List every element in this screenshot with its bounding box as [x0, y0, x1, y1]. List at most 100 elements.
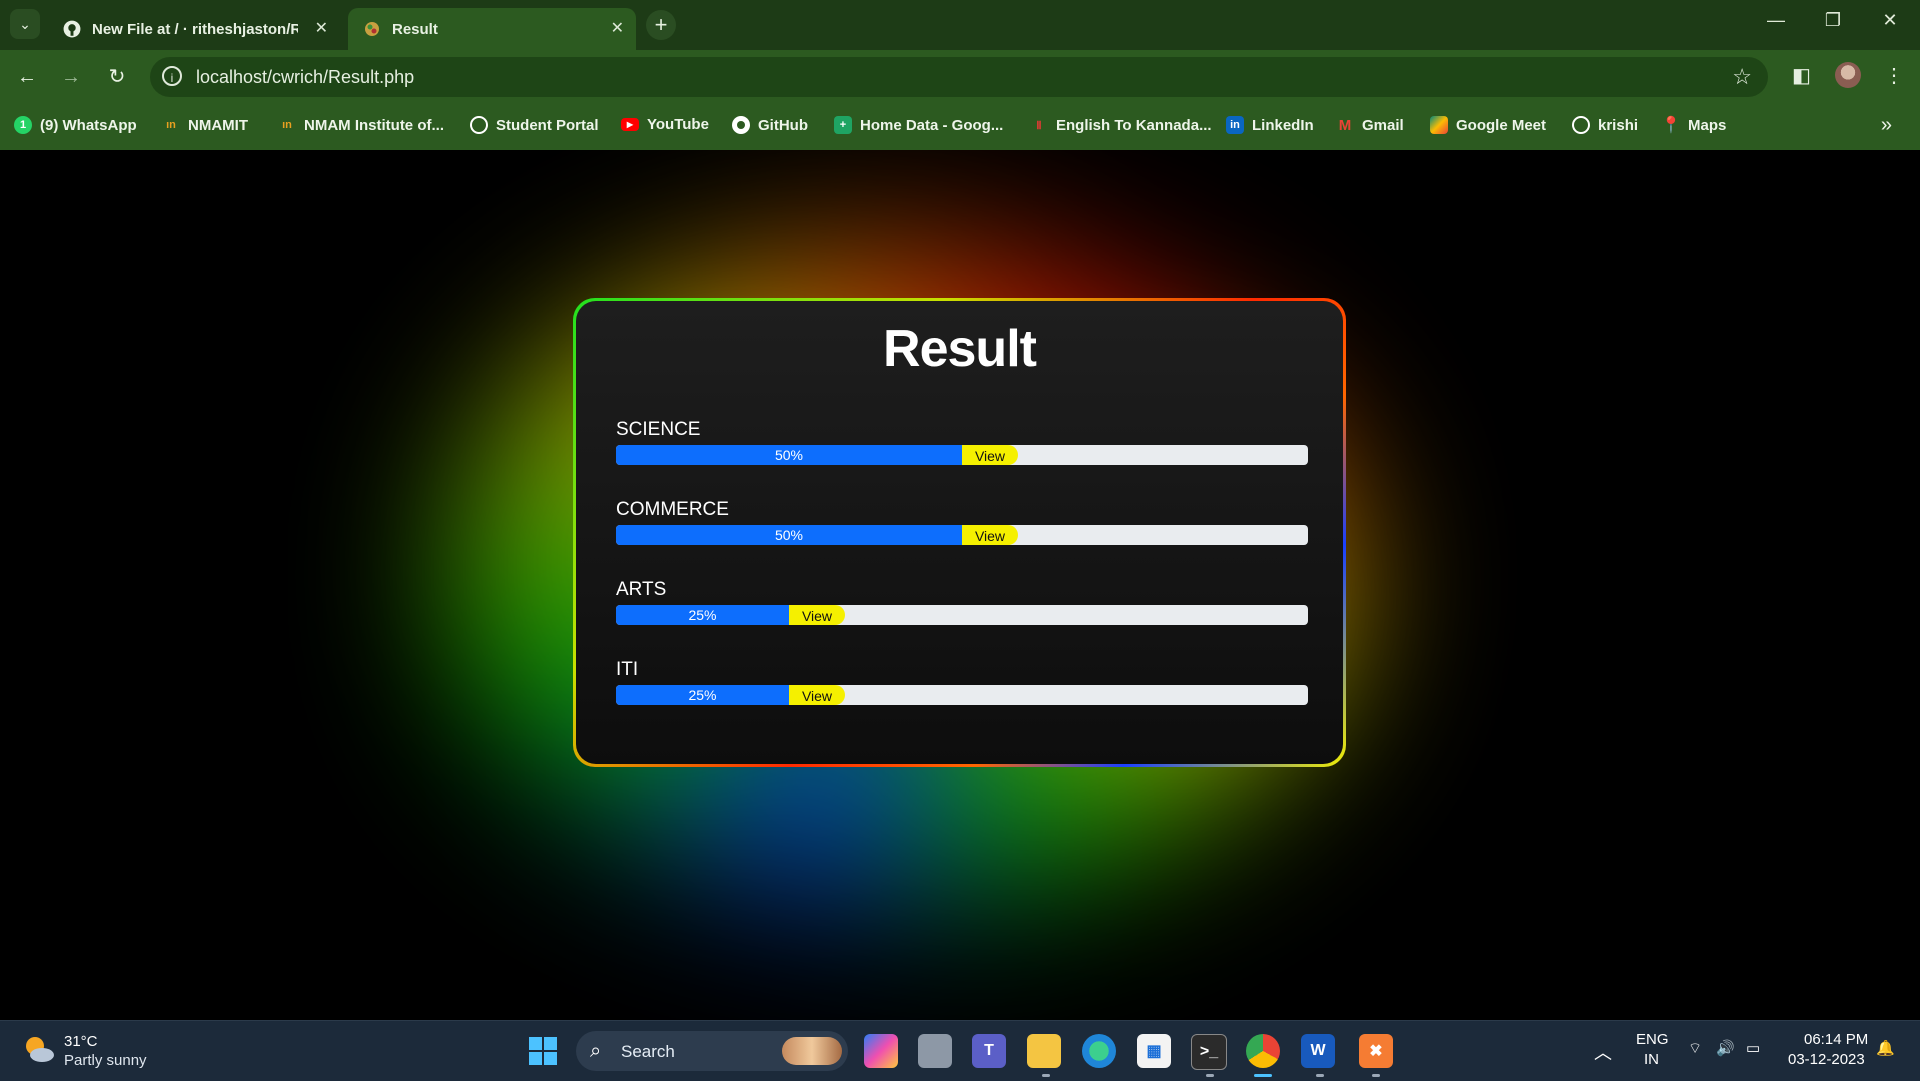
- edge-icon[interactable]: [1082, 1034, 1116, 1068]
- chrome-icon[interactable]: [1246, 1034, 1280, 1068]
- bookmark-label: Google Meet: [1456, 116, 1547, 134]
- minimize-icon: —: [1767, 10, 1785, 30]
- subject-label: ARTS: [616, 579, 667, 600]
- tab-github-new-file[interactable]: New File at / · ritheshjaston/Ri ✕: [48, 8, 340, 50]
- view-button[interactable]: View: [789, 605, 845, 625]
- notification-bell-icon[interactable]: 🔔: [1876, 1039, 1895, 1057]
- youtube-icon: ▶: [621, 118, 639, 131]
- word-icon[interactable]: W: [1301, 1034, 1335, 1068]
- bookmark-github[interactable]: GitHub: [732, 116, 808, 134]
- taskbar-search[interactable]: ⌕ Search: [576, 1031, 848, 1071]
- view-button[interactable]: View: [962, 525, 1018, 545]
- weather-description[interactable]: Partly sunny: [64, 1052, 147, 1069]
- reload-button[interactable]: ↻: [104, 64, 130, 90]
- bookmark-label: LinkedIn: [1252, 116, 1314, 134]
- bookmark-youtube[interactable]: ▶ YouTube: [621, 116, 709, 133]
- new-tab-button[interactable]: +: [646, 10, 676, 40]
- bookmark-gmail[interactable]: M Gmail: [1336, 116, 1404, 134]
- whatsapp-icon: 1: [14, 116, 32, 134]
- nmamit-icon: ın: [282, 119, 292, 131]
- close-icon[interactable]: ✕: [611, 18, 624, 38]
- maps-icon: 📍: [1661, 117, 1681, 134]
- gmail-icon: M: [1338, 116, 1352, 134]
- forward-button[interactable]: →: [58, 64, 84, 90]
- wifi-icon[interactable]: ⌔: [1688, 1039, 1702, 1058]
- translate-icon: Ⅱ: [1036, 119, 1042, 132]
- search-highlight-image: [782, 1037, 842, 1065]
- file-explorer-icon[interactable]: [1027, 1034, 1061, 1068]
- bookmark-label: (9) WhatsApp: [40, 116, 137, 134]
- url-text[interactable]: localhost/cwrich/Result.php: [196, 67, 414, 88]
- sheets-icon: +: [834, 116, 852, 134]
- weather-temperature[interactable]: 31°C: [64, 1033, 98, 1050]
- clock-date[interactable]: 03-12-2023: [1788, 1051, 1865, 1068]
- progress-bar: 50% View: [616, 445, 1308, 465]
- site-info-icon[interactable]: i: [162, 66, 182, 86]
- tab-result[interactable]: Result ✕: [348, 8, 636, 50]
- back-button[interactable]: ←: [14, 64, 40, 90]
- chevron-down-icon: ⌄: [19, 15, 31, 32]
- progress-fill: 50%: [616, 525, 962, 545]
- bookmark-nmamit[interactable]: ın NMAMIT: [162, 116, 248, 134]
- tab-search-dropdown[interactable]: ⌄: [10, 9, 40, 39]
- store-icon[interactable]: ▦: [1137, 1034, 1171, 1068]
- restore-icon: ❐: [1824, 10, 1842, 30]
- bookmark-maps[interactable]: 📍 Maps: [1661, 116, 1727, 135]
- minimize-button[interactable]: —: [1756, 10, 1796, 31]
- arrow-left-icon: ←: [17, 66, 37, 88]
- more-menu-icon[interactable]: ⋮: [1884, 63, 1904, 88]
- restore-button[interactable]: ❐: [1813, 10, 1853, 31]
- bookmarks-bar: 1 (9) WhatsApp ın NMAMIT ın NMAM Institu…: [0, 102, 1920, 150]
- bookmark-home-data[interactable]: + Home Data - Goog...: [834, 116, 1003, 134]
- close-icon: ✕: [1882, 10, 1898, 30]
- bookmark-whatsapp[interactable]: 1 (9) WhatsApp: [14, 116, 137, 134]
- globe-icon: [1572, 116, 1590, 134]
- xampp-icon[interactable]: ✖: [1359, 1034, 1393, 1068]
- partly-sunny-icon[interactable]: [22, 1033, 56, 1067]
- profile-avatar[interactable]: [1835, 62, 1861, 88]
- arrow-right-icon: →: [61, 66, 81, 88]
- bookmark-label: Maps: [1688, 116, 1727, 134]
- bookmark-english-to-kannada[interactable]: Ⅱ English To Kannada...: [1030, 116, 1211, 134]
- battery-icon[interactable]: ▭: [1746, 1039, 1760, 1057]
- close-window-button[interactable]: ✕: [1870, 10, 1910, 31]
- language-top[interactable]: ENG: [1636, 1031, 1669, 1048]
- bookmark-krishi[interactable]: krishi: [1572, 116, 1638, 134]
- task-view-icon[interactable]: [918, 1034, 952, 1068]
- progress-bar: 25% View: [616, 685, 1308, 705]
- github-icon: [732, 116, 750, 134]
- running-indicator: [1042, 1074, 1050, 1077]
- bookmark-student-portal[interactable]: Student Portal: [470, 116, 599, 134]
- start-button[interactable]: [526, 1034, 560, 1068]
- plus-icon: +: [654, 12, 668, 37]
- page-viewport: Result SCIENCE 50% View COMMERCE 50% Vie…: [0, 150, 1920, 1020]
- view-button[interactable]: View: [962, 445, 1018, 465]
- progress-fill: 25%: [616, 685, 789, 705]
- bookmark-google-meet[interactable]: Google Meet: [1430, 116, 1546, 134]
- result-card: Result SCIENCE 50% View COMMERCE 50% Vie…: [576, 301, 1343, 764]
- bookmark-label: YouTube: [647, 116, 709, 133]
- chevron-up-icon[interactable]: ︿: [1594, 1039, 1612, 1065]
- view-button[interactable]: View: [789, 685, 845, 705]
- tab-title: Result: [392, 20, 438, 38]
- teams-icon[interactable]: T: [972, 1034, 1006, 1068]
- close-icon[interactable]: ✕: [315, 18, 328, 38]
- clock-time[interactable]: 06:14 PM: [1804, 1031, 1868, 1048]
- chevron-double-right-icon[interactable]: »: [1881, 114, 1892, 137]
- windows-taskbar: 31°C Partly sunny ⌕ Search T ▦ >_ W ✖ ︿ …: [0, 1020, 1920, 1081]
- terminal-icon[interactable]: >_: [1191, 1034, 1227, 1070]
- subject-arts: ARTS 25% View: [616, 579, 1310, 625]
- address-bar[interactable]: i localhost/cwrich/Result.php ☆: [150, 57, 1768, 97]
- linkedin-icon: in: [1226, 116, 1244, 134]
- bookmark-label: Home Data - Goog...: [860, 116, 1004, 134]
- copilot-icon[interactable]: [864, 1034, 898, 1068]
- side-panel-icon[interactable]: ◧: [1792, 63, 1811, 88]
- bookmark-nmam-institute[interactable]: ın NMAM Institute of...: [278, 116, 444, 134]
- language-bottom[interactable]: IN: [1644, 1051, 1659, 1068]
- volume-icon[interactable]: 🔊: [1716, 1039, 1735, 1057]
- subject-iti: ITI 25% View: [616, 659, 1310, 705]
- bookmark-star-icon[interactable]: ☆: [1732, 64, 1752, 90]
- page-title: Result: [883, 320, 1037, 378]
- browser-toolbar: ← → ↻ i localhost/cwrich/Result.php ☆ ◧ …: [0, 50, 1920, 102]
- bookmark-linkedin[interactable]: in LinkedIn: [1226, 116, 1314, 134]
